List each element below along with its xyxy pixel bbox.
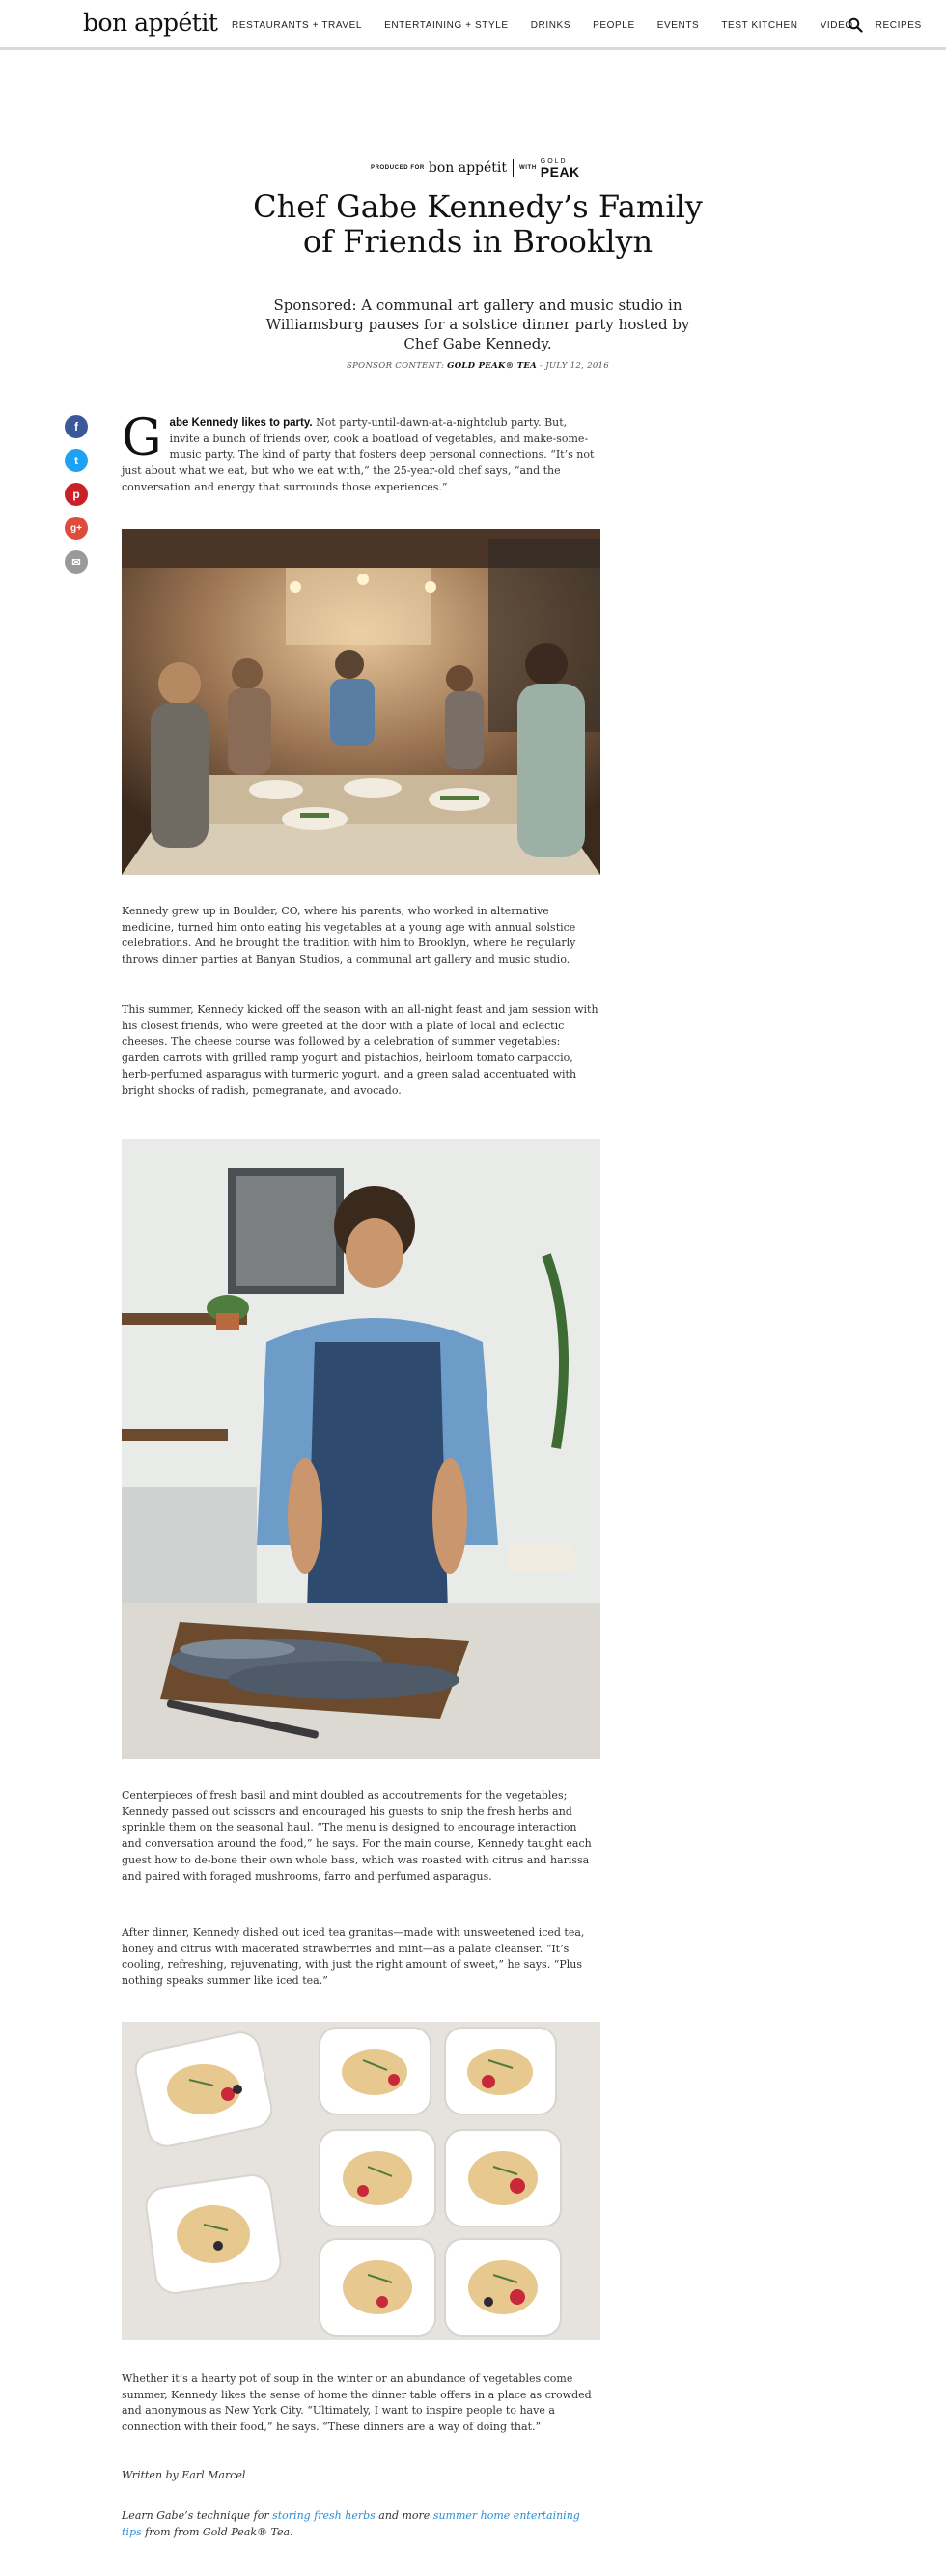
main-nav: RESTAURANTS + TRAVEL ENTERTAINING + STYL… — [232, 20, 944, 31]
article-meta: SPONSOR CONTENT: GOLD PEAK® TEA - JULY 1… — [290, 361, 666, 371]
granita-bowls-photo — [122, 2022, 600, 2340]
pinterest-share-button[interactable]: p — [65, 483, 88, 506]
chef-fish-photo — [122, 1139, 600, 1759]
nav-item-entertaining-style[interactable]: ENTERTAINING + STYLE — [384, 20, 509, 31]
lead-paragraph: G abe Kennedy likes to party. Not party-… — [122, 409, 599, 496]
googleplus-share-button[interactable]: g+ — [65, 517, 88, 540]
dinner-party-photo — [122, 529, 600, 875]
nav-item-events[interactable]: EVENTS — [657, 20, 700, 31]
search-icon[interactable] — [848, 17, 863, 33]
paragraph-2: Kennedy grew up in Boulder, CO, where hi… — [122, 905, 576, 966]
drop-cap: G — [122, 409, 162, 467]
sponsor-divider — [513, 159, 515, 177]
paragraph-3: This summer, Kennedy kicked off the seas… — [122, 1003, 598, 1097]
facebook-share-button[interactable]: f — [65, 415, 88, 438]
written-by: Written by Earl Marcel — [122, 2469, 246, 2481]
lead-bold: abe Kennedy likes to party. — [169, 417, 313, 429]
pinterest-icon: p — [72, 488, 80, 501]
site-header: bon appétit RESTAURANTS + TRAVEL ENTERTA… — [0, 0, 946, 50]
gold-peak-logo-bottom: PEAK — [540, 163, 580, 180]
nav-item-people[interactable]: PEOPLE — [593, 20, 635, 31]
share-bar: f t p g+ ✉ — [65, 415, 88, 584]
article-title: Chef Gabe Kennedy’s Family of Friends in… — [253, 188, 703, 260]
closing-text-pre: Learn Gabe’s technique for — [122, 2509, 273, 2522]
closing-paragraph: Learn Gabe’s technique for storing fresh… — [122, 2508, 599, 2540]
meta-prefix: SPONSOR CONTENT: — [347, 361, 445, 371]
email-icon: ✉ — [71, 556, 81, 569]
nav-item-recipes[interactable]: RECIPES — [876, 20, 922, 31]
closing-text-post: from from Gold Peak® Tea. — [141, 2525, 293, 2538]
twitter-icon: t — [74, 454, 78, 467]
closing-text-mid: and more — [375, 2509, 433, 2522]
paragraph-5: After dinner, Kennedy dished out iced te… — [122, 1926, 585, 1988]
sponsor-bonappetit-logo: bon appétit — [428, 160, 508, 176]
paragraph-6: Whether it’s a hearty pot of soup in the… — [122, 2372, 592, 2434]
paragraph-4: Centerpieces of fresh basil and mint dou… — [122, 1789, 592, 1883]
with-label: WITH — [519, 165, 537, 171]
twitter-share-button[interactable]: t — [65, 449, 88, 472]
sponsor-lockup: PRODUCED FOR bon appétit WITH GOLD PEAK — [371, 156, 583, 180]
produced-for-label: PRODUCED FOR — [371, 165, 425, 171]
facebook-icon: f — [74, 420, 78, 434]
meta-sponsor[interactable]: GOLD PEAK® TEA — [447, 361, 537, 371]
nav-item-test-kitchen[interactable]: TEST KITCHEN — [721, 20, 797, 31]
meta-date: - JULY 12, 2016 — [540, 361, 609, 371]
email-share-button[interactable]: ✉ — [65, 550, 88, 574]
gold-peak-logo: GOLD PEAK — [541, 158, 580, 179]
storing-herbs-link[interactable]: storing fresh herbs — [272, 2509, 376, 2522]
googleplus-icon: g+ — [70, 522, 82, 534]
nav-item-drinks[interactable]: DRINKS — [531, 20, 570, 31]
article-dek: Sponsored: A communal art gallery and mu… — [265, 296, 690, 352]
site-logo[interactable]: bon appétit — [83, 9, 218, 37]
nav-item-restaurants-travel[interactable]: RESTAURANTS + TRAVEL — [232, 20, 362, 31]
